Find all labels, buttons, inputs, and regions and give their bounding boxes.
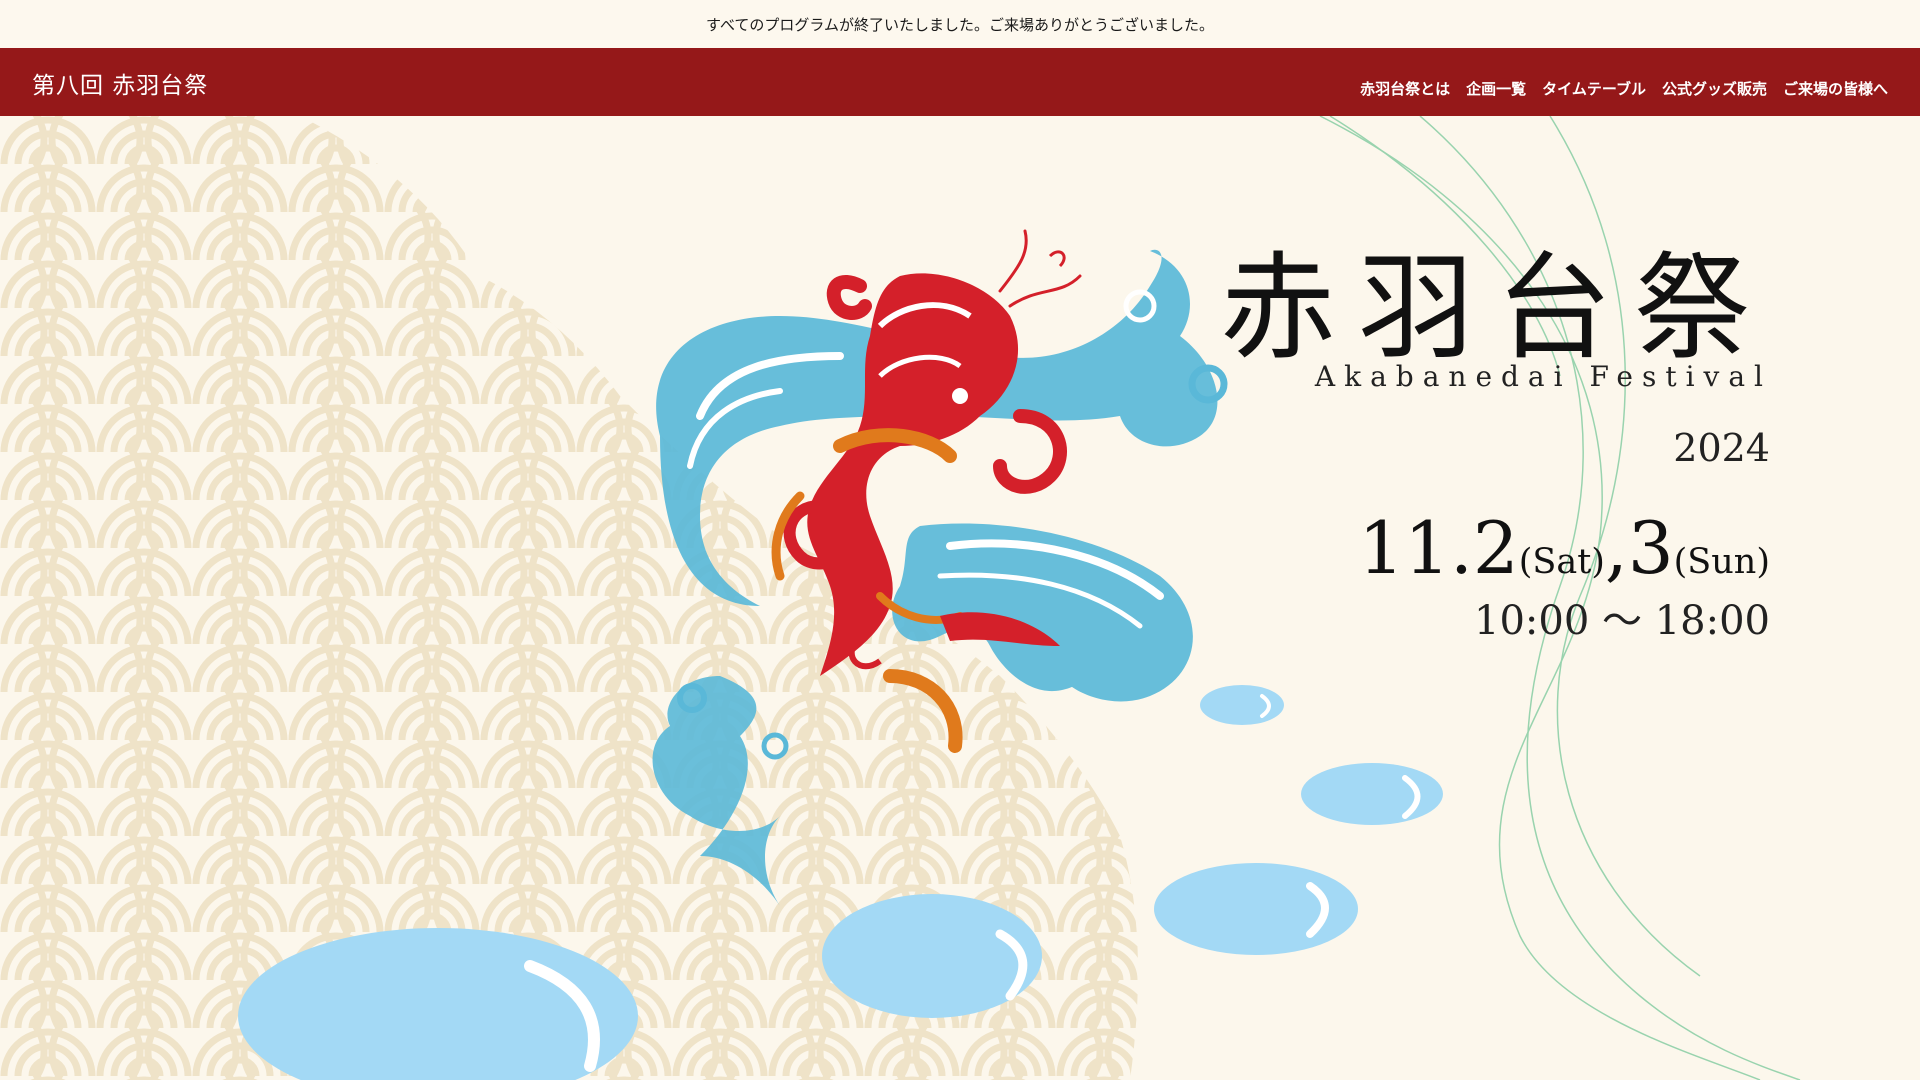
festival-title: 赤羽台祭 (1220, 241, 1772, 376)
notice-bar: すべてのプログラムが終了いたしました。ご来場ありがとうございました。 (0, 0, 1920, 48)
date-day1: 11.2 (1358, 506, 1519, 590)
festival-year: 2024 (1673, 426, 1770, 470)
date-day2: 3 (1627, 506, 1674, 590)
nav-item-programs[interactable]: 企画一覧 (1466, 78, 1526, 99)
site-title[interactable]: 第八回 赤羽台祭 (32, 66, 208, 100)
nav-item-about[interactable]: 赤羽台祭とは (1360, 78, 1450, 99)
site-header: 第八回 赤羽台祭 赤羽台祭とは 企画一覧 タイムテーブル 公式グッズ販売 ご来場… (0, 48, 1920, 116)
nav-item-goods[interactable]: 公式グッズ販売 (1662, 78, 1767, 99)
festival-time: 10:00 ～ 18:00 (1474, 598, 1770, 644)
nav-item-visitors[interactable]: ご来場の皆様へ (1783, 78, 1888, 99)
nav-item-timetable[interactable]: タイムテーブル (1542, 78, 1646, 99)
date-day2-dow: (Sun) (1673, 542, 1770, 582)
festival-subtitle: Akabanedai Festival (1314, 360, 1772, 393)
festival-dates: 11.2(Sat),3(Sun) (1358, 506, 1770, 590)
hero-section: 赤羽台祭 Akabanedai Festival 2024 11.2(Sat),… (0, 116, 1920, 1080)
notice-text: すべてのプログラムが終了いたしました。ご来場ありがとうございました。 (706, 15, 1214, 34)
date-separator: , (1604, 506, 1628, 590)
date-day1-dow: (Sat) (1518, 542, 1605, 582)
main-nav: 赤羽台祭とは 企画一覧 タイムテーブル 公式グッズ販売 ご来場の皆様へ (1360, 78, 1888, 99)
